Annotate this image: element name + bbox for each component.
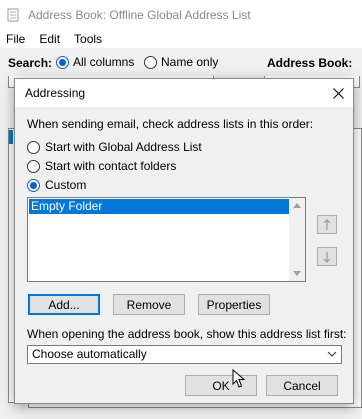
properties-button-label: Properties <box>206 297 262 312</box>
dialog-title: Addressing <box>25 86 86 100</box>
scroll-up-icon[interactable] <box>293 203 301 208</box>
radio-selected-icon <box>27 178 40 192</box>
radio-global-address-list[interactable]: Start with Global Address List <box>27 140 202 154</box>
address-book-title: Address Book: Offline Global Address Lis… <box>28 8 251 22</box>
radio-unselected-icon <box>27 159 40 173</box>
address-list-order[interactable]: Empty Folder <box>27 197 306 282</box>
search-bar: Search: All columns Name only Address Bo… <box>0 50 362 76</box>
first-list-value: Choose automatically <box>32 347 147 361</box>
address-list-selection <box>9 130 13 144</box>
ok-button-label: OK <box>212 378 230 393</box>
radio-global-address-list-label: Start with Global Address List <box>45 140 202 154</box>
radio-selected-icon <box>56 55 69 69</box>
menu-edit[interactable]: Edit <box>39 32 60 46</box>
arrow-down-icon <box>323 251 331 263</box>
dialog-titlebar: Addressing <box>15 79 353 107</box>
radio-unselected-icon <box>27 140 40 154</box>
address-book-icon <box>7 8 19 22</box>
add-button-label: Add... <box>48 297 80 312</box>
order-instruction: When sending email, check address lists … <box>27 117 314 131</box>
radio-name-only[interactable]: Name only <box>144 55 218 69</box>
properties-button[interactable]: Properties <box>198 294 270 315</box>
menu-file[interactable]: File <box>6 32 25 46</box>
first-list-label: When opening the address book, show this… <box>27 327 347 341</box>
scroll-down-icon[interactable] <box>293 271 301 276</box>
radio-custom-label: Custom <box>45 178 87 192</box>
move-up-button[interactable] <box>317 215 337 234</box>
list-item[interactable]: Empty Folder <box>29 199 290 214</box>
radio-custom[interactable]: Custom <box>27 178 86 192</box>
remove-button[interactable]: Remove <box>113 294 185 315</box>
addressing-dialog: Addressing When sending email, check add… <box>14 78 354 404</box>
radio-name-only-label: Name only <box>161 55 219 69</box>
add-button[interactable]: Add... <box>28 294 100 315</box>
search-label: Search: <box>8 56 53 70</box>
radio-all-columns[interactable]: All columns <box>56 55 134 69</box>
ok-button[interactable]: OK <box>185 375 257 396</box>
menu-bar: File Edit Tools <box>0 30 362 48</box>
move-down-button[interactable] <box>317 247 337 266</box>
menu-tools[interactable]: Tools <box>74 32 102 46</box>
remove-button-label: Remove <box>126 297 172 312</box>
close-icon <box>332 87 344 99</box>
list-scrollbar[interactable] <box>289 198 305 281</box>
radio-contact-folders-label: Start with contact folders <box>45 159 177 173</box>
close-button[interactable] <box>325 81 351 105</box>
mouse-pointer-icon <box>232 369 246 388</box>
cancel-button-label: Cancel <box>283 378 321 393</box>
first-list-dropdown[interactable]: Choose automatically <box>27 345 342 364</box>
address-book-label: Address Book: <box>267 56 353 70</box>
arrow-up-icon <box>323 218 331 230</box>
radio-contact-folders[interactable]: Start with contact folders <box>27 159 176 173</box>
radio-all-columns-label: All columns <box>73 55 135 69</box>
cancel-button[interactable]: Cancel <box>266 375 338 396</box>
address-book-titlebar: Address Book: Offline Global Address Lis… <box>0 0 362 30</box>
radio-unselected-icon <box>144 55 157 69</box>
chevron-down-icon <box>327 351 337 357</box>
